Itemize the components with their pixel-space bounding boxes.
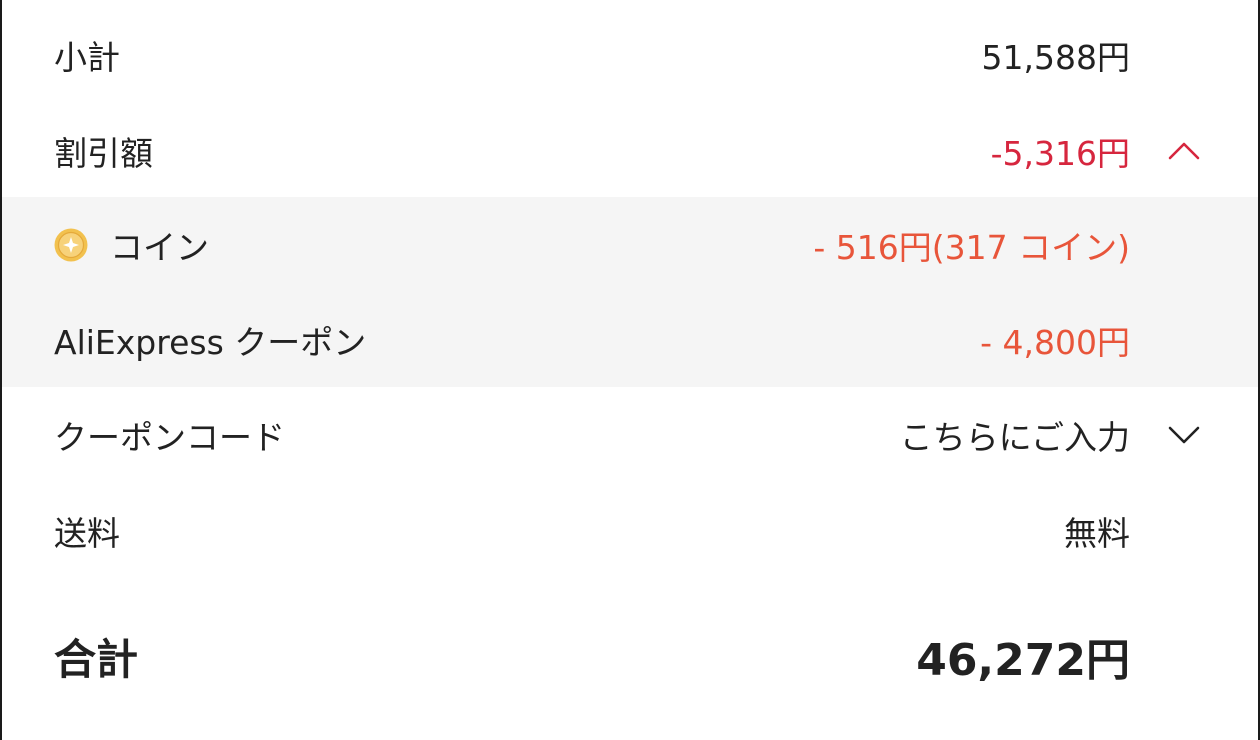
coin-icon — [54, 228, 88, 261]
coupon-code-input[interactable]: こちらにご入力 — [900, 411, 1130, 459]
coin-label: コイン — [110, 227, 209, 267]
discount-row[interactable]: 割引額 -5,316円 — [2, 104, 1258, 198]
order-summary-panel: 小計 51,588円 割引額 -5,316円 コイン - 516円(317 コイ… — [0, 0, 1260, 740]
shipping-value: 無料 — [1064, 514, 1130, 553]
subtotal-label: 小計 — [54, 38, 120, 77]
total-row: 合計 46,272円 — [2, 606, 1258, 706]
coupon-label: AliExpress クーポン — [54, 322, 367, 362]
coupon-discount-row: AliExpress クーポン - 4,800円 — [2, 292, 1258, 387]
subtotal-value: 51,588円 — [981, 38, 1130, 77]
shipping-label: 送料 — [54, 514, 120, 553]
coin-discount-value: - 516円(317 コイン) — [813, 227, 1130, 267]
chevron-up-icon[interactable] — [1166, 133, 1202, 169]
discount-value: -5,316円 — [990, 134, 1130, 173]
coupon-discount-value: - 4,800円 — [980, 322, 1130, 362]
shipping-row: 送料 無料 — [2, 484, 1258, 578]
coupon-code-row[interactable]: クーポンコード こちらにご入力 — [2, 388, 1258, 482]
subtotal-row: 小計 51,588円 — [2, 8, 1258, 102]
total-label: 合計 — [54, 634, 139, 684]
discount-label: 割引額 — [54, 134, 153, 173]
coin-discount-row: コイン - 516円(317 コイン) — [2, 197, 1258, 292]
chevron-down-icon[interactable] — [1166, 417, 1202, 453]
total-value: 46,272円 — [916, 635, 1130, 686]
coupon-code-label: クーポンコード — [54, 418, 285, 457]
